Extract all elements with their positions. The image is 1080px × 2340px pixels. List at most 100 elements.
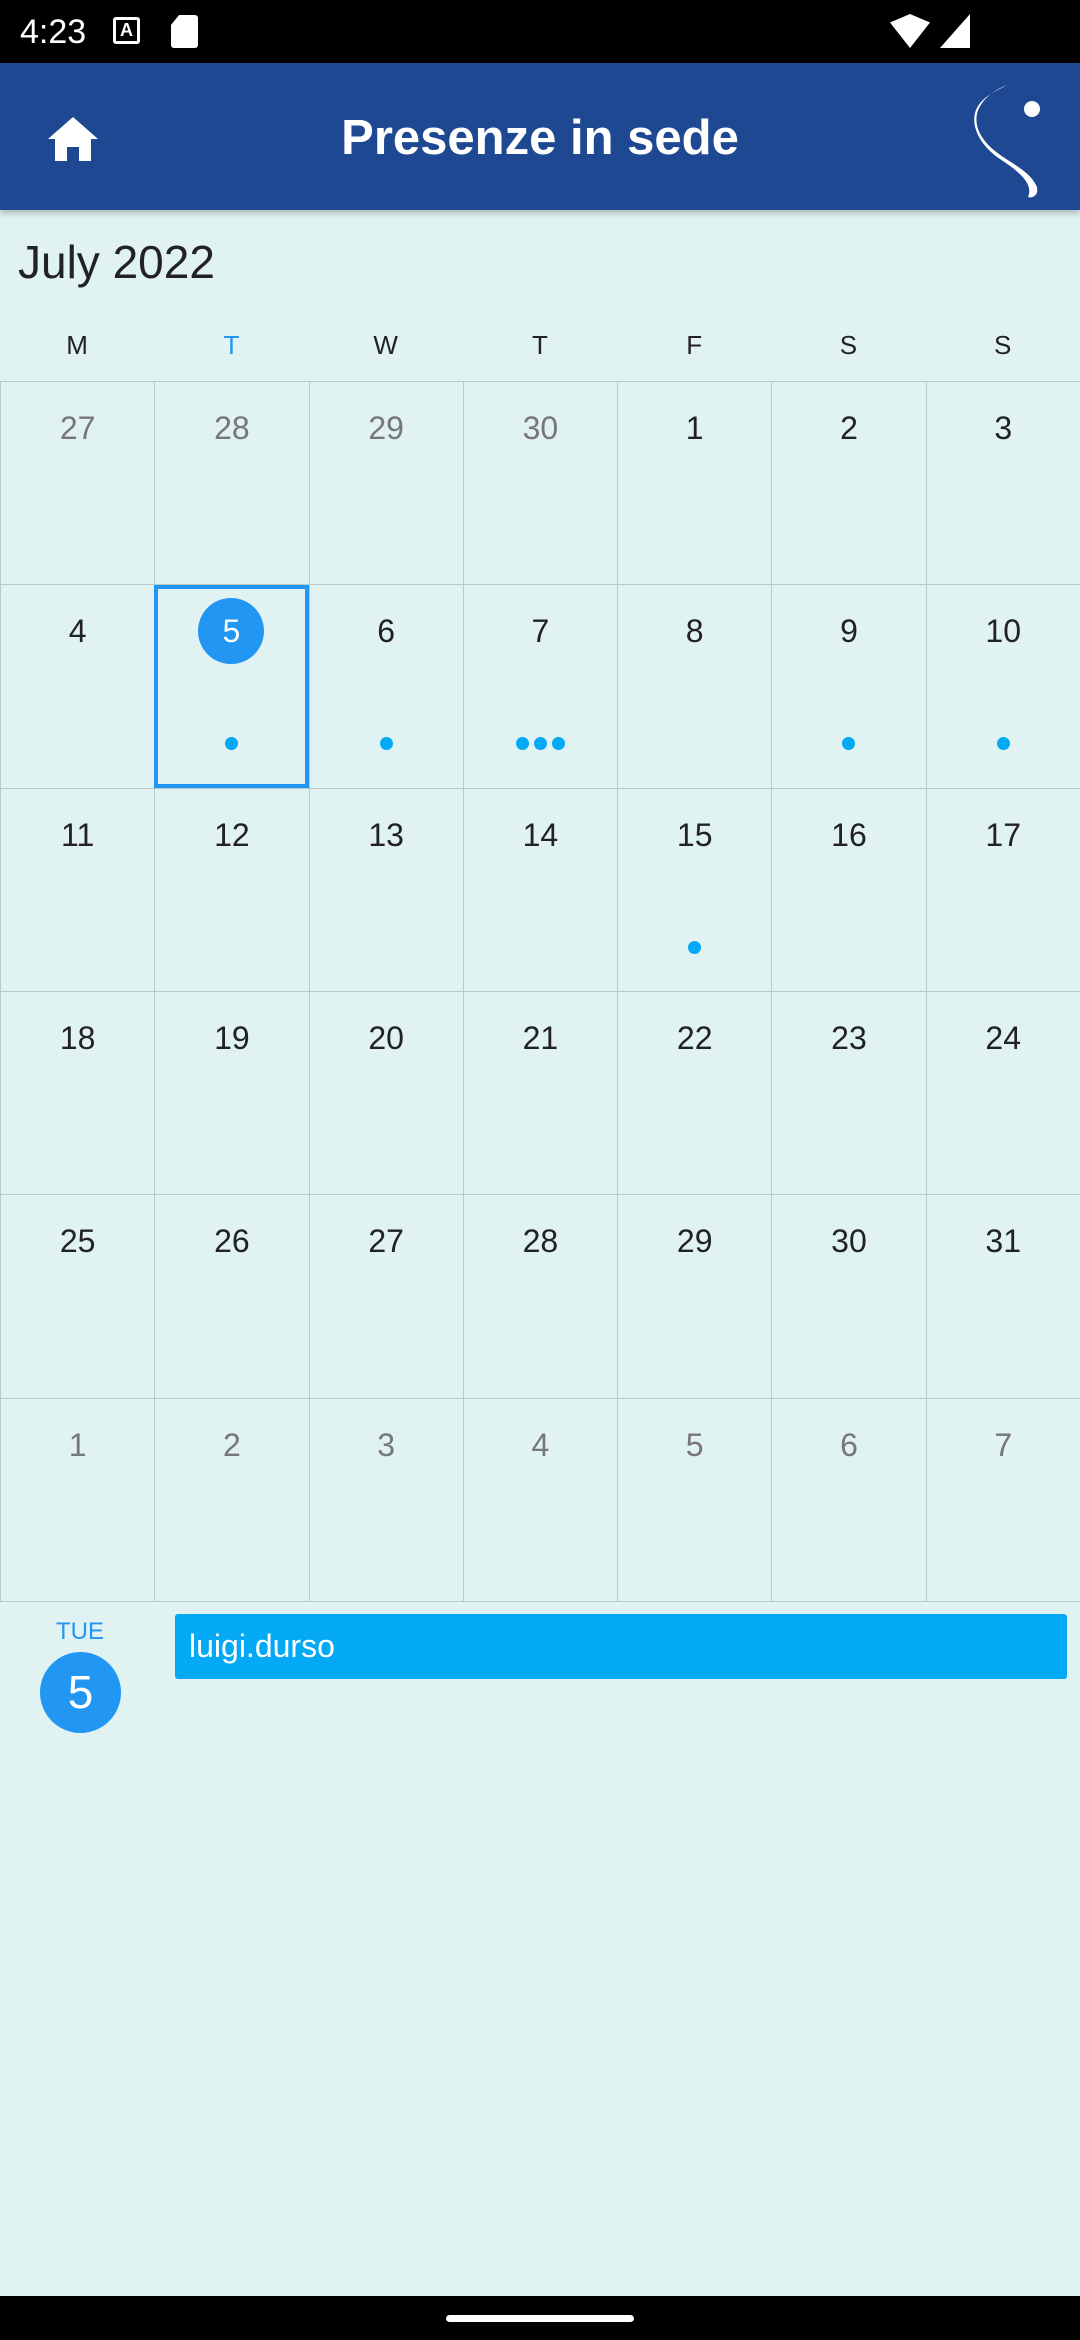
presence-dot bbox=[224, 737, 238, 751]
day-number: 18 bbox=[59, 1019, 96, 1056]
calendar-day[interactable]: 21 bbox=[462, 991, 617, 1195]
calendar-week-row: 4 5 6 7 8 9 10 bbox=[0, 585, 1080, 789]
calendar-day[interactable]: 27 bbox=[308, 1195, 463, 1398]
calendar-day[interactable]: 24 bbox=[925, 991, 1080, 1195]
day-number: 6 bbox=[377, 613, 396, 650]
day-number: 27 bbox=[59, 410, 96, 446]
app-bar: Presenze in sede bbox=[0, 63, 1080, 210]
agenda-day-number[interactable]: 5 bbox=[40, 1652, 121, 1733]
calendar-day[interactable]: 4 bbox=[0, 585, 154, 788]
calendar-day[interactable]: 7 bbox=[462, 585, 617, 788]
calendar-day[interactable]: 29 bbox=[617, 1195, 771, 1398]
calendar-day[interactable]: 17 bbox=[925, 788, 1080, 991]
day-number: 9 bbox=[840, 613, 858, 650]
calendar-day[interactable]: 7 bbox=[925, 1398, 1080, 1601]
day-number: 5 bbox=[685, 1426, 704, 1463]
calendar-day[interactable]: 2 bbox=[771, 382, 925, 585]
calendar-day[interactable]: 25 bbox=[0, 1195, 154, 1398]
calendar-day[interactable]: 2 bbox=[154, 1398, 308, 1601]
calendar-day[interactable]: 29 bbox=[308, 382, 463, 585]
day-number: 19 bbox=[214, 1019, 250, 1056]
calendar-day[interactable]: 1 bbox=[0, 1398, 154, 1601]
calendar-day[interactable]: 31 bbox=[925, 1195, 1080, 1398]
calendar-week-row: 11 12 13 14 15 16 17 bbox=[0, 788, 1080, 992]
calendar-day[interactable]: 23 bbox=[771, 991, 925, 1195]
day-number: 15 bbox=[676, 816, 713, 853]
day-number: 3 bbox=[994, 410, 1013, 446]
calendar-day[interactable]: 16 bbox=[771, 788, 925, 991]
day-number: 27 bbox=[368, 1223, 404, 1260]
day-number: 4 bbox=[68, 613, 87, 650]
calendar-day[interactable]: 6 bbox=[771, 1398, 925, 1601]
calendar-week-row: 18 19 20 21 22 23 24 bbox=[0, 991, 1080, 1196]
day-number: 21 bbox=[522, 1019, 559, 1056]
day-number: 24 bbox=[985, 1019, 1022, 1056]
calendar-day[interactable]: 26 bbox=[154, 1195, 308, 1398]
day-number: 28 bbox=[214, 410, 250, 446]
calendar-day[interactable]: 22 bbox=[617, 991, 771, 1195]
day-number: 3 bbox=[377, 1426, 396, 1463]
calendar-day[interactable]: 6 bbox=[308, 585, 463, 788]
home-gesture-handle[interactable] bbox=[446, 2315, 634, 2322]
day-number: 14 bbox=[522, 816, 559, 853]
month-title: July 2022 bbox=[18, 236, 215, 288]
event-item[interactable]: luigi.durso bbox=[175, 1614, 1067, 1679]
calendar-day[interactable]: 11 bbox=[0, 788, 154, 991]
presence-dot bbox=[533, 737, 547, 751]
calendar-day[interactable]: 8 bbox=[617, 585, 771, 788]
day-number: 4 bbox=[531, 1426, 550, 1463]
calendar-day[interactable]: 15 bbox=[617, 788, 771, 991]
day-number: 31 bbox=[985, 1223, 1022, 1260]
presence-dot bbox=[379, 737, 393, 751]
calendar-day[interactable]: 28 bbox=[154, 382, 308, 585]
calendar-day[interactable]: 9 bbox=[771, 585, 925, 788]
day-number: 6 bbox=[840, 1426, 858, 1463]
calendar-day[interactable]: 19 bbox=[154, 991, 308, 1195]
day-number: 26 bbox=[214, 1223, 250, 1260]
day-number: 22 bbox=[676, 1019, 713, 1056]
calendar-day[interactable]: 12 bbox=[154, 788, 308, 991]
day-number: 5 bbox=[198, 598, 265, 665]
presence-dot bbox=[996, 737, 1010, 751]
calendar-day[interactable]: 30 bbox=[462, 382, 617, 585]
day-number: 25 bbox=[59, 1223, 96, 1260]
navigation-bar bbox=[0, 2296, 1080, 2340]
calendar-day[interactable]: 28 bbox=[462, 1195, 617, 1398]
weekday-header: MTWTFSS bbox=[0, 325, 1080, 381]
calendar-week-row: 1 2 3 4 5 6 7 bbox=[0, 1398, 1080, 1602]
calendar-day[interactable]: 4 bbox=[462, 1398, 617, 1601]
day-number: 1 bbox=[685, 410, 704, 446]
day-number: 30 bbox=[831, 1223, 867, 1260]
day-number: 13 bbox=[368, 816, 404, 853]
calendar-day[interactable]: 27 bbox=[0, 382, 154, 585]
calendar-day[interactable]: 13 bbox=[308, 788, 463, 991]
calendar-grid: 27 28 29 30 1 2 3 4 5 6 7 8 9 10 11 12 13 14 15 16 17 18 19 20 2… bbox=[0, 381, 1080, 1602]
calendar-day[interactable]: 10 bbox=[925, 585, 1080, 788]
day-number: 12 bbox=[214, 816, 250, 853]
calendar-day[interactable]: 30 bbox=[771, 1195, 925, 1398]
day-number: 30 bbox=[522, 410, 559, 446]
day-number: 7 bbox=[531, 613, 550, 650]
presence-indicator bbox=[158, 737, 304, 751]
weekday-label: W bbox=[373, 330, 398, 360]
brand-logo-icon bbox=[974, 85, 1040, 198]
weekday-label: S bbox=[839, 330, 858, 360]
day-number: 28 bbox=[522, 1223, 559, 1260]
calendar-day-selected[interactable]: 5 bbox=[154, 585, 309, 788]
day-number: 1 bbox=[68, 1426, 87, 1463]
day-number: 17 bbox=[985, 816, 1022, 853]
calendar-day[interactable]: 20 bbox=[308, 991, 463, 1195]
calendar-day[interactable]: 5 bbox=[617, 1398, 771, 1601]
calendar-day[interactable]: 14 bbox=[462, 788, 617, 991]
presence-dot bbox=[551, 737, 565, 751]
day-number: 16 bbox=[831, 816, 867, 853]
calendar-day[interactable]: 18 bbox=[0, 991, 154, 1195]
weekday-label: S bbox=[994, 330, 1012, 360]
calendar-day[interactable]: 3 bbox=[925, 382, 1080, 585]
calendar-day[interactable]: 3 bbox=[308, 1398, 463, 1601]
agenda-day-of-week: TUE bbox=[56, 1618, 104, 1645]
presence-dot bbox=[515, 737, 529, 751]
day-number: 29 bbox=[368, 410, 404, 446]
calendar-day[interactable]: 1 bbox=[617, 382, 771, 585]
weekday-label: T bbox=[223, 330, 240, 360]
